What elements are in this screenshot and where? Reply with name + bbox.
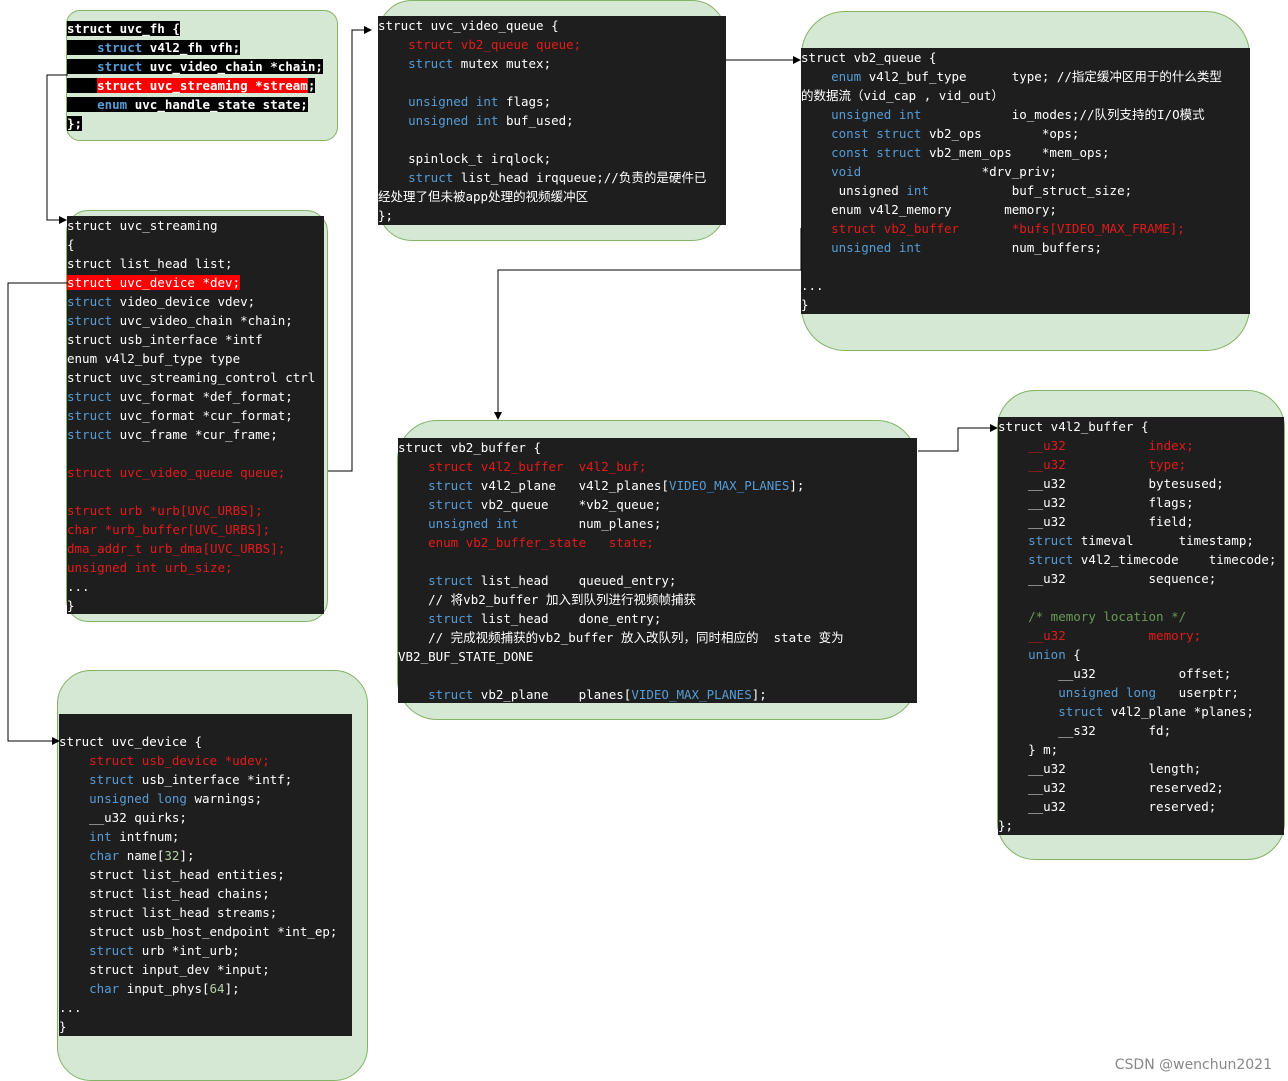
arrow-vb2buffer-to-v4l2buffer [918, 424, 998, 452]
arrow-fh-to-streaming [46, 74, 68, 224]
arrow-streaming-to-device [7, 282, 68, 745]
connector-arrows [7, 26, 998, 745]
arrow-vb2queue-to-vb2buffer [494, 228, 802, 420]
watermark: CSDN @wenchun2021 [1114, 1057, 1272, 1073]
arrow-streaming-to-videoqueue [328, 26, 372, 472]
